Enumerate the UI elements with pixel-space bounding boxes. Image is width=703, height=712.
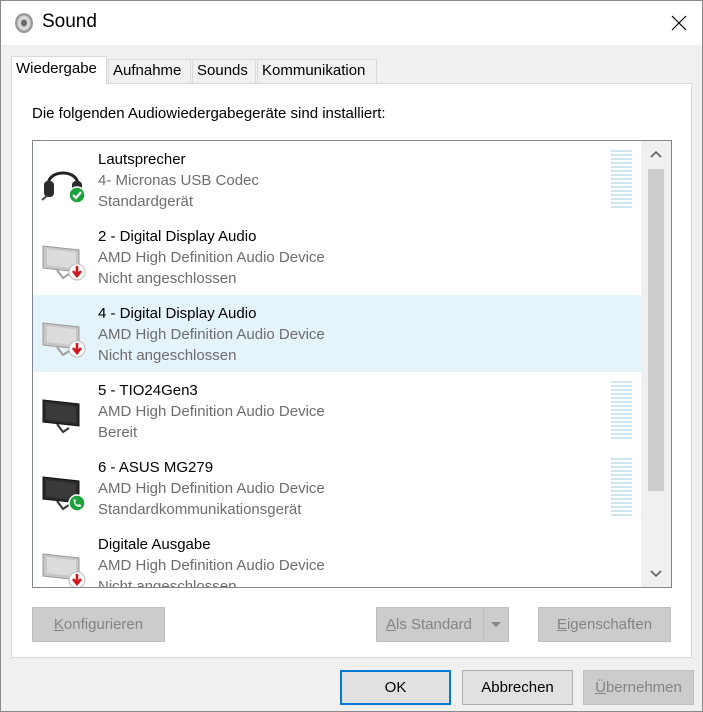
speaker-icon <box>15 13 33 33</box>
button-label: Übernehmen <box>595 679 682 696</box>
ok-button[interactable]: OK <box>340 670 451 705</box>
set-default-dropdown[interactable] <box>483 608 508 641</box>
cancel-button[interactable]: Abbrechen <box>462 670 573 705</box>
device-description: AMD High Definition Audio Device <box>98 480 325 497</box>
chevron-up-icon <box>650 150 662 158</box>
device-name: 2 - Digital Display Audio <box>98 228 257 245</box>
monitor-icon <box>42 553 86 587</box>
device-status: Standardkommunikationsgerät <box>98 501 302 518</box>
device-item-2-digital-display-audio[interactable]: 2 - Digital Display Audio AMD High Defin… <box>33 218 641 295</box>
device-status: Nicht angeschlossen <box>98 578 237 588</box>
device-description: AMD High Definition Audio Device <box>98 249 325 266</box>
close-icon <box>671 15 687 31</box>
device-name: 6 - ASUS MG279 <box>98 459 214 476</box>
monitor-icon <box>42 322 86 358</box>
volume-level-meter <box>611 458 632 518</box>
title-bar: Sound <box>1 1 702 45</box>
tab-kommunikation[interactable]: Kommunikation <box>257 59 377 83</box>
device-name: 5 - TIO24Gen3 <box>98 382 198 399</box>
button-label: Konfigurieren <box>53 616 144 633</box>
device-name: Lautsprecher <box>98 151 186 168</box>
panel-caption: Die folgenden Audiowiedergabegeräte sind… <box>32 105 386 122</box>
device-description: AMD High Definition Audio Device <box>98 403 325 420</box>
device-status: Nicht angeschlossen <box>98 347 237 364</box>
apply-button[interactable]: Übernehmen <box>583 670 694 705</box>
monitor-icon <box>42 399 80 434</box>
button-label: Abbrechen <box>481 679 554 696</box>
volume-level-meter <box>611 150 632 210</box>
tab-label: Kommunikation <box>262 62 366 79</box>
device-description: 4- Micronas USB Codec <box>98 172 259 189</box>
scroll-up-button[interactable] <box>641 141 671 167</box>
monitor-icon <box>42 476 86 512</box>
device-item-6-asus-mg279[interactable]: 6 - ASUS MG279 AMD High Definition Audio… <box>33 449 641 526</box>
button-label: Als Standard <box>386 616 472 633</box>
configure-button[interactable]: Konfigurieren <box>32 607 165 642</box>
device-name: 4 - Digital Display Audio <box>98 305 257 322</box>
close-button[interactable] <box>656 1 702 45</box>
tab-wiedergabe[interactable]: Wiedergabe <box>11 56 107 85</box>
playback-panel: Die folgenden Audiowiedergabegeräte sind… <box>11 83 692 658</box>
communication-phone-badge <box>68 494 86 512</box>
sound-dialog: Sound Wiedergabe Aufnahme Sounds Kommuni… <box>0 0 703 712</box>
device-status: Nicht angeschlossen <box>98 270 237 287</box>
tab-label: Aufnahme <box>113 62 182 79</box>
device-item-4-digital-display-audio[interactable]: 4 - Digital Display Audio AMD High Defin… <box>33 295 641 372</box>
set-default-button[interactable]: Als Standard <box>376 607 509 642</box>
scroll-down-button[interactable] <box>641 561 671 587</box>
button-label: Eigenschaften <box>556 616 653 633</box>
device-item-digitale-ausgabe[interactable]: Digitale Ausgabe AMD High Definition Aud… <box>33 526 641 588</box>
device-name: Digitale Ausgabe <box>98 536 211 553</box>
device-item-5-tio24gen3[interactable]: 5 - TIO24Gen3 AMD High Definition Audio … <box>33 372 641 449</box>
window-title: Sound <box>42 11 97 32</box>
device-item-lautsprecher[interactable]: Lautsprecher 4- Micronas USB Codec Stand… <box>33 141 641 218</box>
device-list[interactable]: Lautsprecher 4- Micronas USB Codec Stand… <box>32 140 672 588</box>
button-label: OK <box>384 679 407 696</box>
tab-label: Sounds <box>197 62 248 79</box>
volume-level-meter <box>611 381 632 441</box>
monitor-icon <box>42 245 86 281</box>
chevron-down-icon <box>491 622 501 627</box>
properties-button[interactable]: Eigenschaften <box>538 607 671 642</box>
scroll-thumb[interactable] <box>648 169 664 491</box>
chevron-down-icon <box>650 570 662 578</box>
vertical-scrollbar[interactable] <box>641 141 671 587</box>
tab-label: Wiedergabe <box>16 60 97 77</box>
device-status: Standardgerät <box>98 193 194 210</box>
device-description: AMD High Definition Audio Device <box>98 326 325 343</box>
default-check-badge <box>68 186 86 204</box>
tab-aufnahme[interactable]: Aufnahme <box>108 59 191 83</box>
headset-icon <box>41 171 86 204</box>
device-status: Bereit <box>98 424 138 441</box>
tab-sounds[interactable]: Sounds <box>192 59 256 83</box>
device-description: AMD High Definition Audio Device <box>98 557 325 574</box>
